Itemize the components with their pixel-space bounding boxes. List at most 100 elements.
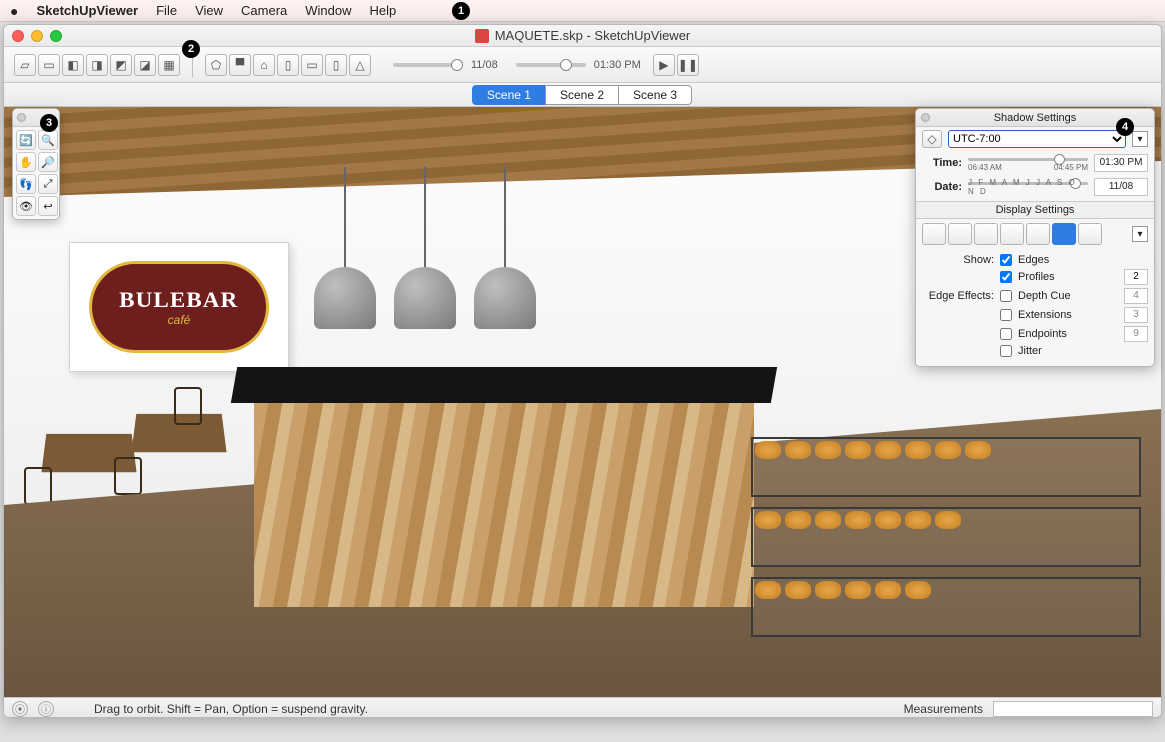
callout-1: 1 (452, 2, 470, 20)
timezone-select[interactable]: UTC-7:00 (948, 130, 1126, 148)
display-shelves (741, 397, 1161, 697)
extensions-label: Extensions (1018, 309, 1072, 321)
depth-cue-value: 4 (1124, 288, 1148, 304)
face-style-3-button[interactable] (974, 223, 998, 245)
apple-menu-icon[interactable]: ● (10, 3, 18, 19)
status-bar: ⦿ ⓘ Drag to orbit. Shift = Pan, Option =… (4, 697, 1161, 718)
endpoints-label: Endpoints (1018, 328, 1067, 340)
geolocation-icon[interactable]: ⦿ (12, 701, 28, 717)
view-right-button[interactable]: ▯ (277, 54, 299, 76)
sign-title: BULEBAR (119, 287, 238, 313)
zoom-extents-button[interactable]: ⤢ (38, 174, 58, 194)
shadow-time-slider-group: 01:30 PM (516, 59, 641, 71)
menu-camera[interactable]: Camera (241, 3, 287, 18)
previous-view-button[interactable]: ↩ (38, 196, 58, 216)
date-scale-label: J F M A M J J A S O N D (968, 178, 1088, 196)
scene-tabs-bar: Scene 1 Scene 2 Scene 3 (4, 83, 1161, 107)
style-toolbar-group: ▱ ▭ ◧ ◨ ◩ ◪ ▦ (10, 54, 184, 76)
date-value: 11/08 (471, 59, 498, 71)
credits-icon[interactable]: ⓘ (38, 701, 54, 717)
edges-label: Edges (1018, 254, 1049, 266)
shadow-date-slider-group: 11/08 (393, 59, 498, 71)
app-menu[interactable]: SketchUpViewer (36, 3, 138, 18)
view-bottom-button[interactable]: △ (349, 54, 371, 76)
shadow-expand-button[interactable]: ▾ (1132, 131, 1148, 147)
menu-file[interactable]: File (156, 3, 177, 18)
endpoints-checkbox[interactable] (1000, 328, 1012, 340)
measurements-input[interactable] (993, 701, 1153, 717)
date-value-box[interactable]: 11/08 (1094, 178, 1148, 196)
menu-help[interactable]: Help (370, 3, 397, 18)
endpoints-value: 9 (1124, 326, 1148, 342)
scene-tab-2[interactable]: Scene 2 (545, 85, 619, 105)
style-wireframe-button[interactable]: ▱ (14, 54, 36, 76)
view-front-button[interactable]: ⌂ (253, 54, 275, 76)
view-iso-button[interactable]: ⬠ (205, 54, 227, 76)
shadow-toggle-button[interactable]: ◇ (922, 130, 942, 148)
face-style-1-button[interactable] (922, 223, 946, 245)
system-menubar: ● SketchUpViewer File View Camera Window… (0, 0, 1165, 22)
face-style-7-button[interactable] (1078, 223, 1102, 245)
profiles-checkbox[interactable] (1000, 271, 1012, 283)
depth-cue-label: Depth Cue (1018, 290, 1071, 302)
look-around-tool-button[interactable]: 👁 (16, 196, 36, 216)
face-style-4-button[interactable] (1000, 223, 1024, 245)
panel-close-icon[interactable] (921, 113, 930, 122)
time-value: 01:30 PM (594, 59, 641, 71)
play-button[interactable]: ▶ (653, 54, 675, 76)
orbit-tool-button[interactable]: 🔄 (16, 130, 36, 150)
view-top-button[interactable]: ▀ (229, 54, 251, 76)
style-xray-button[interactable]: ◪ (134, 54, 156, 76)
display-settings-header: Display Settings (916, 201, 1154, 219)
extensions-checkbox[interactable] (1000, 309, 1012, 321)
face-style-5-button[interactable] (1026, 223, 1050, 245)
time-end-label: 04:45 PM (1054, 163, 1088, 172)
time-slider-panel[interactable]: 06:43 AM 04:45 PM (968, 154, 1088, 172)
date-slider[interactable] (393, 63, 463, 67)
profiles-value[interactable]: 2 (1124, 269, 1148, 285)
callout-3: 3 (40, 114, 58, 132)
style-monochrome-button[interactable]: ◩ (110, 54, 132, 76)
view-left-button[interactable]: ▯ (325, 54, 347, 76)
service-counter (234, 367, 774, 607)
status-hint: Drag to orbit. Shift = Pan, Option = sus… (94, 702, 368, 716)
measurements-label: Measurements (904, 702, 983, 716)
date-slider-panel[interactable]: J F M A M J J A S O N D (968, 178, 1088, 196)
style-shaded-textures-button[interactable]: ◨ (86, 54, 108, 76)
callout-4: 4 (1116, 118, 1134, 136)
menu-view[interactable]: View (195, 3, 223, 18)
jitter-checkbox[interactable] (1000, 345, 1012, 357)
pause-button[interactable]: ❚❚ (677, 54, 699, 76)
zoom-tool-button[interactable]: 🔍 (38, 130, 58, 150)
face-style-6-button[interactable] (1052, 223, 1076, 245)
document-icon (475, 29, 489, 43)
window-titlebar: MAQUETE.skp - SketchUpViewer (4, 25, 1161, 47)
style-shaded-button[interactable]: ◧ (62, 54, 84, 76)
shadow-settings-title: Shadow Settings (994, 112, 1077, 124)
edges-checkbox[interactable] (1000, 254, 1012, 266)
scene-tab-3[interactable]: Scene 3 (618, 85, 692, 105)
menu-window[interactable]: Window (305, 3, 351, 18)
date-label: Date: (922, 181, 962, 193)
extensions-value: 3 (1124, 307, 1148, 323)
walk-tool-button[interactable]: 👣 (16, 174, 36, 194)
window-title: MAQUETE.skp - SketchUpViewer (495, 28, 691, 43)
views-toolbar-group: ⬠ ▀ ⌂ ▯ ▭ ▯ △ (201, 54, 375, 76)
display-expand-button[interactable]: ▾ (1132, 226, 1148, 242)
style-back-edges-button[interactable]: ▦ (158, 54, 180, 76)
settings-panel: Shadow Settings ◇ UTC-7:00 ▾ Time: 06:43… (915, 108, 1155, 367)
style-hidden-line-button[interactable]: ▭ (38, 54, 60, 76)
view-back-button[interactable]: ▭ (301, 54, 323, 76)
face-style-2-button[interactable] (948, 223, 972, 245)
zoom-window-tool-button[interactable]: 🔎 (38, 152, 58, 172)
time-slider[interactable] (516, 63, 586, 67)
time-value-box[interactable]: 01:30 PM (1094, 154, 1148, 172)
jitter-label: Jitter (1018, 345, 1042, 357)
pan-tool-button[interactable]: ✋ (16, 152, 36, 172)
scene-tab-1[interactable]: Scene 1 (472, 85, 546, 105)
profiles-label: Profiles (1018, 271, 1055, 283)
wall-sign: BULEBAR café (69, 242, 289, 372)
depth-cue-checkbox[interactable] (1000, 290, 1012, 302)
callout-2: 2 (182, 40, 200, 58)
time-start-label: 06:43 AM (968, 163, 1002, 172)
